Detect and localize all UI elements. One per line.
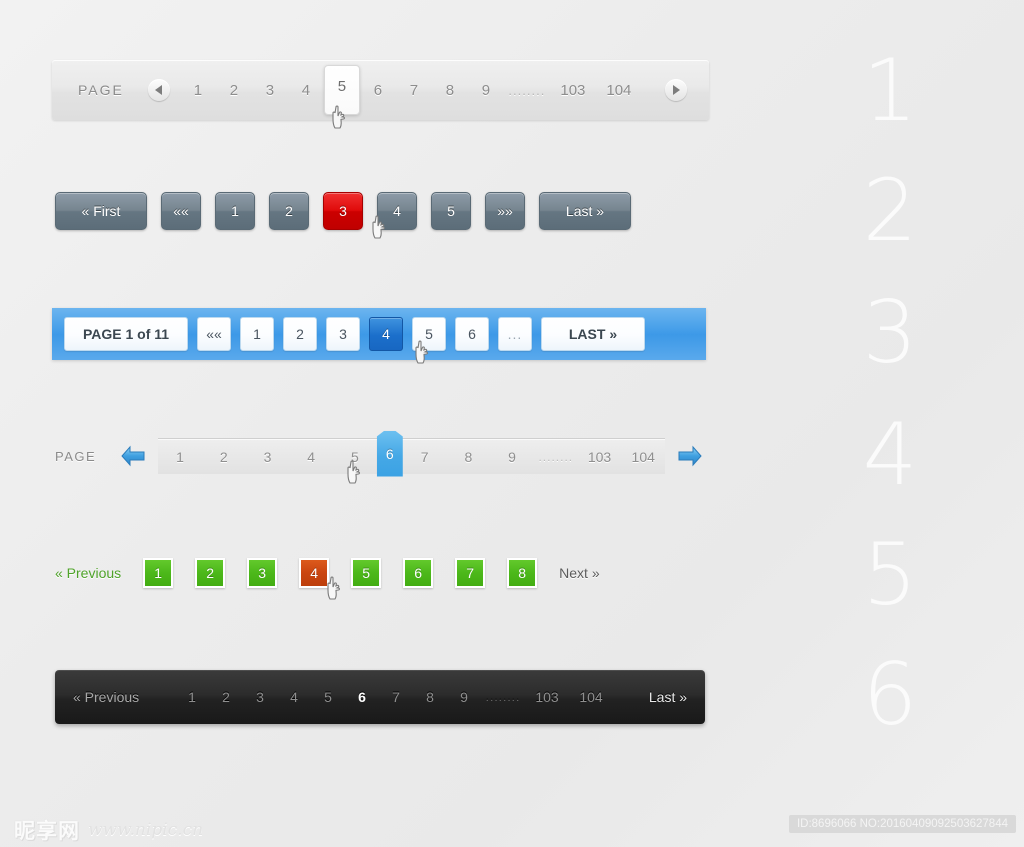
last-button-blue[interactable]: LAST » [541, 317, 645, 351]
ghost-number-1: 1 [862, 41, 918, 141]
page-button-3-blue[interactable]: 3 [326, 317, 360, 351]
green-page-7[interactable]: 7 [455, 558, 486, 588]
previous-link-dark[interactable]: « Previous [73, 689, 139, 705]
ghost-number-column: 1 2 3 4 5 6 [830, 0, 950, 800]
ghost-number-6: 6 [862, 645, 918, 745]
track-page-1[interactable]: 1 [158, 449, 202, 465]
dark-page-5[interactable]: 5 [311, 689, 345, 705]
dark-page-103[interactable]: 103 [525, 689, 569, 705]
arrow-right-icon[interactable] [677, 444, 703, 468]
page-ellipsis-blue: ... [498, 317, 532, 351]
green-page-2[interactable]: 2 [195, 558, 226, 588]
dark-page-9[interactable]: 9 [447, 689, 481, 705]
green-page-3[interactable]: 3 [247, 558, 278, 588]
page-track: 1 2 3 4 5 6 7 8 9 ........ 103 104 [158, 430, 665, 477]
dark-page-active[interactable]: 6 [345, 689, 379, 705]
page-link-1[interactable]: 1 [180, 78, 216, 103]
green-page-6[interactable]: 6 [403, 558, 434, 588]
page-counter-label: PAGE 1 of 11 [64, 317, 188, 351]
ghost-number-5: 5 [862, 525, 918, 625]
green-page-5[interactable]: 5 [351, 558, 382, 588]
ghost-number-4: 4 [862, 405, 918, 505]
pagination-bar-slate: « First «« 1 2 3 4 5 »» Last » [55, 188, 715, 234]
page-link-3[interactable]: 3 [252, 78, 288, 103]
page-link-4[interactable]: 4 [288, 78, 324, 103]
page-link-104[interactable]: 104 [596, 78, 642, 103]
page-button-active[interactable]: 3 [323, 192, 363, 230]
page-button-6-blue[interactable]: 6 [455, 317, 489, 351]
dark-page-8[interactable]: 8 [413, 689, 447, 705]
page-link-7[interactable]: 7 [396, 78, 432, 103]
page-button-5[interactable]: 5 [431, 192, 471, 230]
page-button-4[interactable]: 4 [377, 192, 417, 230]
pagination-bar-green: « Previous 1 2 3 4 5 6 7 8 Next » [55, 552, 715, 594]
track-page-active[interactable]: 6 [376, 430, 403, 477]
triangle-right-icon[interactable] [665, 79, 687, 101]
prev-button[interactable]: «« [161, 192, 201, 230]
page-link-9[interactable]: 9 [468, 78, 504, 103]
dark-page-104[interactable]: 104 [569, 689, 613, 705]
track-page-2[interactable]: 2 [202, 449, 246, 465]
watermark-logo-text: 昵享网 [14, 819, 80, 843]
watermark: 昵享网 www.nipic.cn [14, 815, 203, 845]
watermark-url: www.nipic.cn [88, 820, 204, 840]
dark-page-2[interactable]: 2 [209, 689, 243, 705]
dark-page-4[interactable]: 4 [277, 689, 311, 705]
track-page-3[interactable]: 3 [246, 449, 290, 465]
track-page-103[interactable]: 103 [578, 449, 622, 465]
arrow-left-icon[interactable] [120, 444, 146, 468]
footer-watermark: 昵享网 www.nipic.cn ID:8696066 NO:201604090… [0, 809, 1024, 847]
ghost-number-3: 3 [862, 283, 918, 383]
page-ellipsis: ........ [508, 82, 546, 98]
page-link-active[interactable]: 5 [323, 65, 360, 115]
next-button[interactable]: »» [485, 192, 525, 230]
page-button-2[interactable]: 2 [269, 192, 309, 230]
dark-ellipsis: ........ [485, 690, 521, 704]
last-link-dark[interactable]: Last » [649, 689, 687, 705]
track-page-8[interactable]: 8 [446, 449, 490, 465]
page-button-5-blue[interactable]: 5 [412, 317, 446, 351]
pagination-bar-blue: PAGE 1 of 11 «« 1 2 3 4 5 6 ... LAST » [52, 308, 706, 360]
pagination-bar-light: PAGE 1 2 3 4 5 6 7 8 9 ........ 103 104 [52, 60, 709, 120]
track-page-9[interactable]: 9 [490, 449, 534, 465]
dark-page-1[interactable]: 1 [175, 689, 209, 705]
page-button-active-blue[interactable]: 4 [369, 317, 403, 351]
track-page-7[interactable]: 7 [403, 449, 447, 465]
dark-page-7[interactable]: 7 [379, 689, 413, 705]
pagination-label-track: PAGE [55, 448, 97, 464]
track-page-5[interactable]: 5 [333, 449, 377, 465]
track-page-4[interactable]: 4 [289, 449, 333, 465]
green-page-8[interactable]: 8 [507, 558, 538, 588]
pagination-label: PAGE [78, 82, 124, 98]
page-button-2-blue[interactable]: 2 [283, 317, 317, 351]
dark-page-3[interactable]: 3 [243, 689, 277, 705]
page-button-1[interactable]: 1 [215, 192, 255, 230]
page-button-1-blue[interactable]: 1 [240, 317, 274, 351]
last-button[interactable]: Last » [539, 192, 631, 230]
green-page-1[interactable]: 1 [143, 558, 174, 588]
page-link-6[interactable]: 6 [360, 78, 396, 103]
next-link[interactable]: Next » [559, 565, 599, 581]
pagination-bar-dark: « Previous 1 2 3 4 5 6 7 8 9 ........ 10… [55, 670, 705, 724]
green-page-active[interactable]: 4 [299, 558, 330, 588]
ghost-number-2: 2 [862, 161, 918, 261]
track-ellipsis: ........ [538, 449, 574, 464]
prev-button-blue[interactable]: «« [197, 317, 231, 351]
previous-link[interactable]: « Previous [55, 565, 121, 581]
page-link-8[interactable]: 8 [432, 78, 468, 103]
track-page-104[interactable]: 104 [621, 449, 665, 465]
pagination-bar-track: PAGE 1 2 3 4 5 6 7 8 9 ........ 103 104 [55, 430, 715, 480]
first-button[interactable]: « First [55, 192, 147, 230]
image-id-text: ID:8696066 NO:20160409092503627844 [788, 815, 1016, 833]
triangle-left-icon[interactable] [147, 79, 170, 101]
page-link-103[interactable]: 103 [550, 78, 596, 103]
page-link-2[interactable]: 2 [216, 78, 252, 103]
